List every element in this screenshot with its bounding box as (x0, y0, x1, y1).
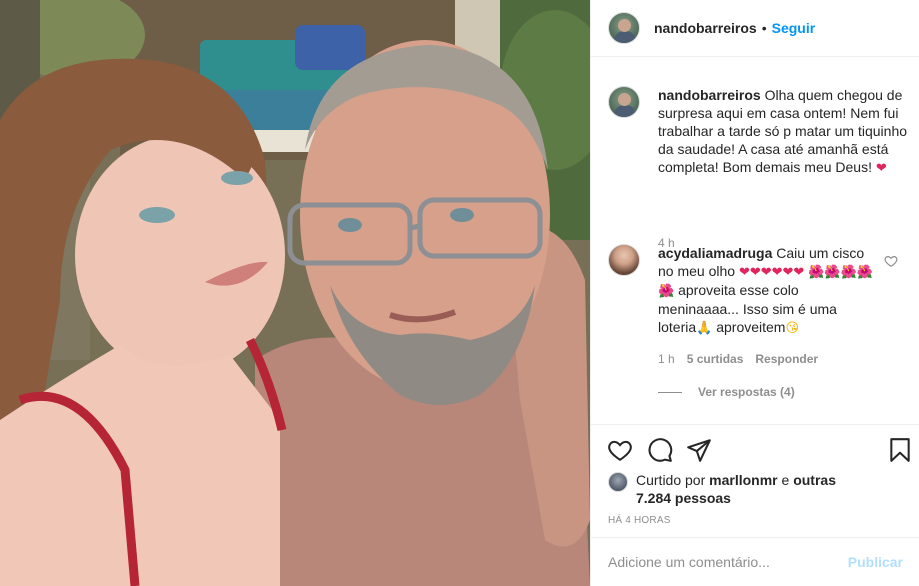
post-side-panel: nandobarreiros • Seguir nandobarreiros O… (590, 0, 919, 586)
action-icons (607, 437, 913, 463)
bookmark-icon[interactable] (887, 437, 913, 463)
author-username[interactable]: nandobarreiros (654, 20, 757, 36)
comment-input[interactable] (608, 554, 848, 570)
comment-body: acydaliamadruga Caiu um cisco no meu olh… (658, 244, 878, 337)
reply-button[interactable]: Responder (755, 352, 818, 366)
publish-button[interactable]: Publicar (848, 554, 903, 570)
follow-button[interactable]: Seguir (772, 20, 816, 36)
liked-by-user[interactable]: marllonmr (709, 472, 777, 488)
post-photo-illustration (0, 0, 590, 586)
pray-emoji: 🙏 (696, 320, 713, 335)
liked-by-text: Curtido por marllonmr e outras 7.284 pes… (636, 471, 836, 507)
caption-username[interactable]: nandobarreiros (658, 87, 761, 103)
liked-by-suffix: e (781, 472, 790, 488)
red-heart-emoji: ❤ (875, 160, 887, 175)
share-icon[interactable] (686, 437, 712, 463)
comment-text-3: aproveitem (716, 319, 786, 335)
post-actions: Curtido por marllonmr e outras 7.284 pes… (591, 424, 919, 536)
comment-likes[interactable]: 5 curtidas (687, 352, 744, 366)
post-timestamp[interactable]: HÁ 4 HORAS (608, 515, 671, 526)
comment-like-heart-icon[interactable] (884, 254, 898, 268)
kiss-emoji: 😘 (785, 320, 800, 335)
liker-avatar[interactable] (608, 472, 628, 492)
post-photo[interactable] (0, 0, 590, 586)
heart-icon[interactable] (607, 437, 633, 463)
hearts-emoji: ❤❤❤❤❤❤ (738, 264, 805, 279)
view-replies-label[interactable]: Ver respostas (4) (698, 385, 795, 399)
author-avatar[interactable] (608, 12, 640, 44)
commenter-avatar[interactable] (608, 244, 640, 276)
separator-dot: • (761, 20, 767, 36)
add-comment-bar: Publicar (591, 537, 919, 586)
caption-body: nandobarreiros Olha quem chegou de surpr… (658, 86, 908, 177)
post-header: nandobarreiros • Seguir (591, 0, 919, 57)
comment-meta: 1 h 5 curtidas Responder (658, 352, 830, 366)
liked-by-prefix: Curtido por (636, 472, 706, 488)
comment-username[interactable]: acydaliamadruga (658, 245, 772, 261)
comment-icon[interactable] (647, 437, 673, 463)
replies-divider (658, 391, 682, 393)
comment-time[interactable]: 1 h (658, 352, 675, 366)
view-replies[interactable]: Ver respostas (4) (658, 385, 795, 399)
caption-author-avatar[interactable] (608, 86, 640, 118)
comments-section: nandobarreiros Olha quem chegou de surpr… (591, 58, 919, 424)
